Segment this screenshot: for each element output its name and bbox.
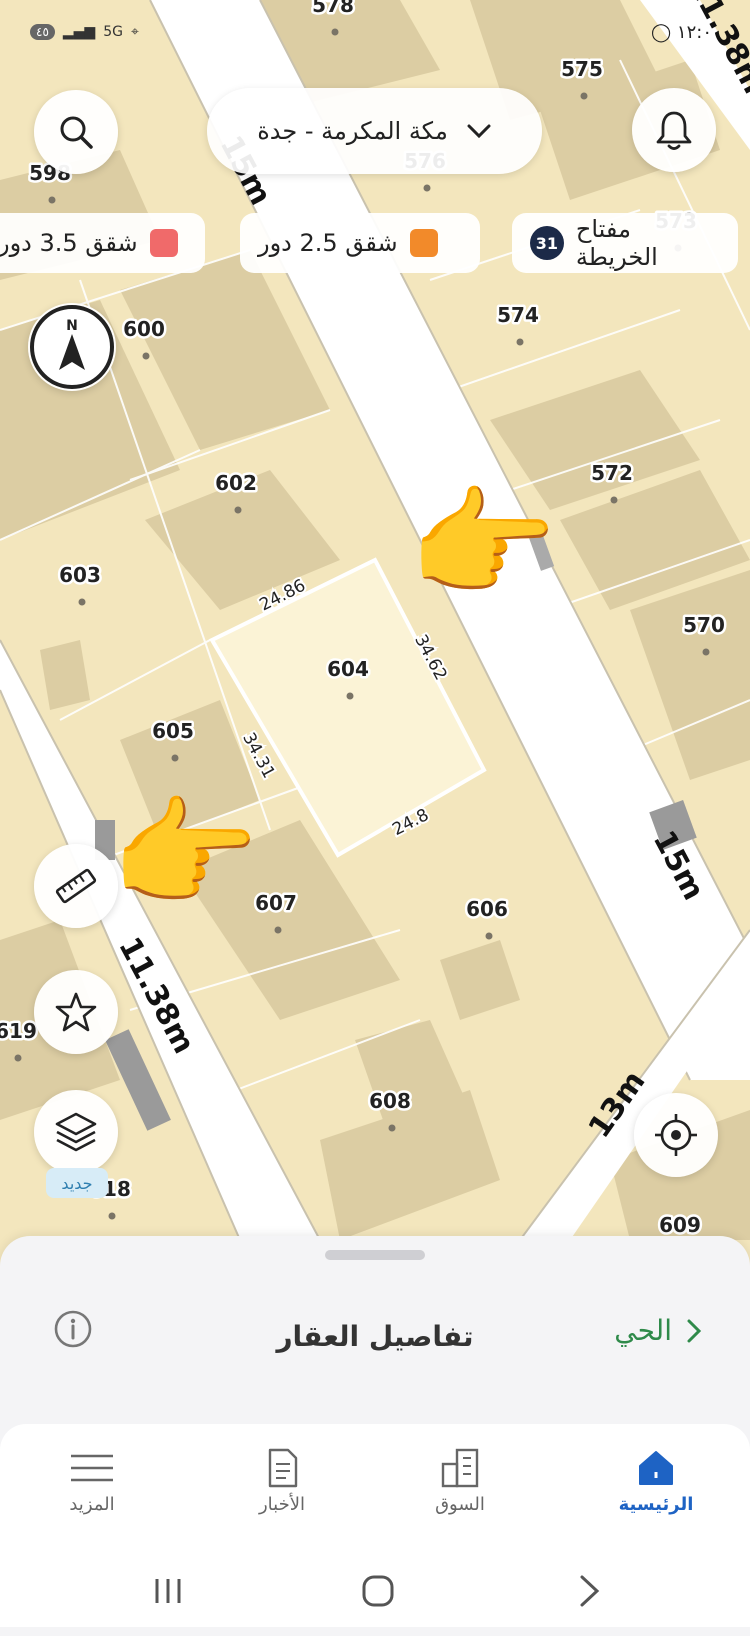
map-key-count: 31 (530, 226, 564, 260)
parcel-dot-570 (702, 648, 710, 656)
nav-market-label: السوق (435, 1494, 485, 1515)
nav-news-label: الأخبار (258, 1494, 305, 1515)
search-button[interactable] (34, 90, 118, 174)
home-system-icon (362, 1575, 394, 1607)
parcel-label-575: 575 (561, 57, 603, 81)
bell-icon (656, 111, 692, 150)
news-icon (268, 1448, 298, 1488)
map-canvas[interactable]: 5785755765735986005746025726035706046056… (0, 0, 750, 1240)
ruler-icon (55, 868, 97, 904)
parcel-dot-607 (274, 926, 282, 934)
nav-home-label: الرئيسية (618, 1494, 694, 1515)
new-badge: جديد (46, 1168, 108, 1198)
nav-more-label: المزيد (69, 1494, 115, 1515)
chevron-right-icon (687, 1319, 702, 1342)
parcel-label-619: 619 (0, 1019, 37, 1043)
favorites-button[interactable] (34, 970, 118, 1054)
chevron-down-icon (467, 124, 491, 139)
parcel-dot-574 (516, 338, 524, 346)
parcel-dot-575 (580, 92, 588, 100)
whatsapp-icon: ◯ (651, 22, 672, 43)
parcel-label-572: 572 (591, 461, 633, 485)
legend-item-2-5[interactable]: شقق 2.5 دور (240, 213, 480, 273)
chevron-right-system-icon (580, 1575, 600, 1607)
recent-apps-button[interactable] (138, 1569, 198, 1613)
pointing-hand-emoji-left: 👉 (110, 785, 259, 924)
nav-home[interactable]: الرئيسية (596, 1442, 716, 1515)
compass-icon: N (30, 305, 114, 389)
location-pin-icon: ⌖ (130, 24, 139, 40)
home-icon (639, 1451, 673, 1485)
my-location-button[interactable] (634, 1093, 718, 1177)
parcel-label-600: 600 (123, 317, 165, 341)
parcel-label-603: 603 (59, 563, 101, 587)
network-label: 5G (103, 24, 123, 40)
back-button[interactable] (560, 1569, 620, 1613)
parcel-label-604: 604 (327, 657, 369, 681)
parcel-dot-605 (171, 754, 179, 762)
layers-icon (55, 1112, 97, 1152)
menu-icon (71, 1454, 113, 1482)
pointing-hand-emoji-top: 👉 (408, 475, 557, 614)
parcel-dot-572 (610, 496, 618, 504)
signal-icon: ▂▄▆ (62, 24, 96, 40)
parcel-dot-600 (142, 352, 150, 360)
system-navigation-bar (0, 1555, 750, 1627)
notifications-button[interactable] (632, 88, 716, 172)
district-link-label: الحي (614, 1314, 672, 1347)
parcel-label-570: 570 (683, 613, 725, 637)
star-icon (55, 992, 97, 1032)
legend-label-2-5: شقق 2.5 دور (258, 229, 398, 257)
sheet-drag-handle[interactable] (325, 1250, 425, 1260)
legend-label-3-5: شقق 3.5 دور (0, 229, 138, 257)
parcel-dot-619 (14, 1054, 22, 1062)
district-link[interactable]: الحي (614, 1314, 702, 1347)
bottom-navigation: الرئيسية السوق الأخبار المزيد (0, 1424, 750, 1564)
clock: ١٢:٠ (676, 22, 712, 43)
legend-swatch-red (149, 229, 178, 257)
nav-more[interactable]: المزيد (32, 1442, 152, 1515)
parcel-label-574: 574 (497, 303, 539, 327)
legend-item-3-5[interactable]: شقق 3.5 دور (0, 213, 205, 273)
compass-button[interactable]: N (28, 303, 116, 391)
map-key-label: مفتاح الخريطة (575, 215, 658, 271)
location-selector[interactable]: مكة المكرمة - جدة (207, 88, 542, 174)
parcel-label-602: 602 (215, 471, 257, 495)
map-key-button[interactable]: 31 مفتاح الخريطة (512, 213, 738, 273)
nav-news[interactable]: الأخبار (222, 1442, 342, 1515)
status-bar: ٤٥ ▂▄▆ 5G ⌖ ◯ ١٢:٠ (0, 10, 750, 50)
search-icon (60, 116, 93, 149)
parcel-dot-604 (346, 692, 354, 700)
parcel-label-609: 609 (659, 1213, 701, 1237)
parcel-dot-603 (78, 598, 86, 606)
layers-button[interactable] (34, 1090, 118, 1174)
buildings-icon (441, 1448, 479, 1488)
parcel-label-608: 608 (369, 1089, 411, 1113)
parcel-label-605: 605 (152, 719, 194, 743)
parcel-label-606: 606 (466, 897, 508, 921)
battery-indicator: ٤٥ (30, 24, 55, 40)
legend-swatch-orange (409, 229, 438, 257)
svg-text:N: N (66, 318, 78, 334)
parcel-dot-598 (48, 196, 56, 204)
crosshair-icon (655, 1114, 697, 1156)
parcel-dot-618 (108, 1212, 116, 1220)
nav-market[interactable]: السوق (400, 1442, 520, 1515)
parcel-label-607: 607 (255, 891, 297, 915)
parcel-dot-576 (423, 184, 431, 192)
measure-button[interactable] (34, 844, 118, 928)
parcel-dot-602 (234, 506, 242, 514)
parcel-dot-608 (388, 1124, 396, 1132)
location-label: مكة المكرمة - جدة (257, 117, 448, 145)
home-system-button[interactable] (348, 1569, 408, 1613)
parcel-dot-606 (485, 932, 493, 940)
recent-apps-icon (155, 1579, 181, 1603)
